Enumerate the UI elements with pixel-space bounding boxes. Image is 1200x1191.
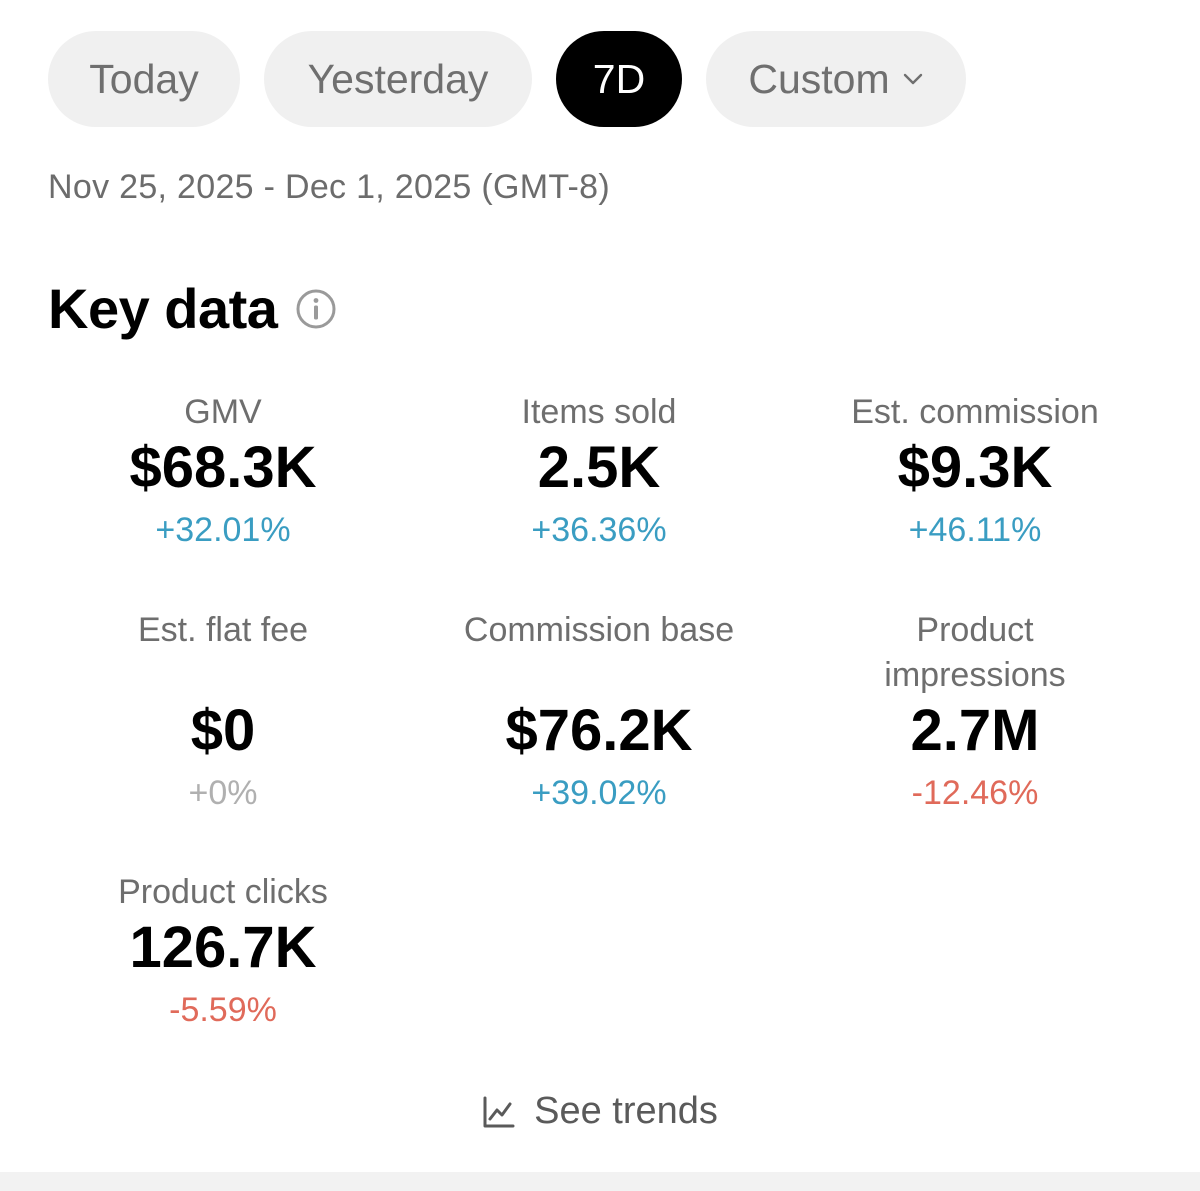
metric-product-clicks[interactable]: Product clicks 126.7K -5.59% — [35, 870, 411, 1033]
metric-label: Commission base — [463, 611, 735, 649]
metric-value: $68.3K — [129, 435, 317, 500]
metric-commission-base[interactable]: Commission base $76.2K +39.02% — [411, 608, 787, 816]
see-trends-label: See trends — [534, 1090, 718, 1132]
info-icon[interactable] — [295, 288, 337, 330]
metric-change: +0% — [188, 774, 258, 812]
trend-chart-icon — [483, 1096, 515, 1127]
metric-est-flat-fee[interactable]: Est. flat fee $0 +0% — [35, 608, 411, 816]
metric-label: Est. flat fee — [137, 611, 309, 649]
metric-change: +46.11% — [908, 511, 1042, 549]
tab-custom-label: Custom — [748, 55, 890, 102]
metric-est-commission[interactable]: Est. commission $9.3K +46.11% — [787, 390, 1163, 553]
metric-change: +32.01% — [155, 511, 291, 549]
metric-value: $9.3K — [897, 435, 1053, 500]
key-data-header: Key data — [48, 276, 337, 341]
section-title: Key data — [48, 277, 278, 340]
metric-items-sold[interactable]: Items sold 2.5K +36.36% — [411, 390, 787, 553]
date-filter-tabs: Today Yesterday 7D Custom — [48, 31, 966, 127]
metric-change: +39.02% — [531, 774, 667, 812]
metric-change: -5.59% — [169, 991, 277, 1029]
metric-value: 2.5K — [537, 435, 661, 500]
see-trends-button[interactable]: See trends — [0, 1090, 1200, 1133]
tab-today[interactable]: Today — [48, 31, 240, 127]
tab-today-label: Today — [89, 55, 199, 102]
metric-change: +36.36% — [531, 511, 667, 549]
bottom-divider — [0, 1172, 1200, 1191]
metric-label: Product impressions — [884, 611, 1066, 694]
metric-product-impressions[interactable]: Product impressions 2.7M -12.46% — [787, 608, 1163, 816]
tab-yesterday[interactable]: Yesterday — [264, 31, 532, 127]
metric-value: 2.7M — [910, 698, 1040, 763]
tab-custom[interactable]: Custom — [706, 31, 966, 127]
metric-value: 126.7K — [129, 915, 317, 980]
metric-label: Product clicks — [118, 873, 328, 911]
tab-7d[interactable]: 7D — [556, 31, 682, 127]
metric-label: Items sold — [521, 393, 677, 431]
tab-7d-label: 7D — [592, 55, 646, 102]
metric-gmv[interactable]: GMV $68.3K +32.01% — [35, 390, 411, 553]
metric-value: $0 — [190, 698, 256, 763]
date-range-text: Nov 25, 2025 - Dec 1, 2025 (GMT-8) — [48, 168, 611, 206]
tab-yesterday-label: Yesterday — [307, 55, 489, 102]
metric-label: Est. commission — [851, 393, 1099, 431]
metric-label: GMV — [184, 393, 262, 431]
metric-change: -12.46% — [911, 774, 1039, 812]
metric-value: $76.2K — [505, 698, 693, 763]
chevron-down-icon — [903, 73, 922, 85]
